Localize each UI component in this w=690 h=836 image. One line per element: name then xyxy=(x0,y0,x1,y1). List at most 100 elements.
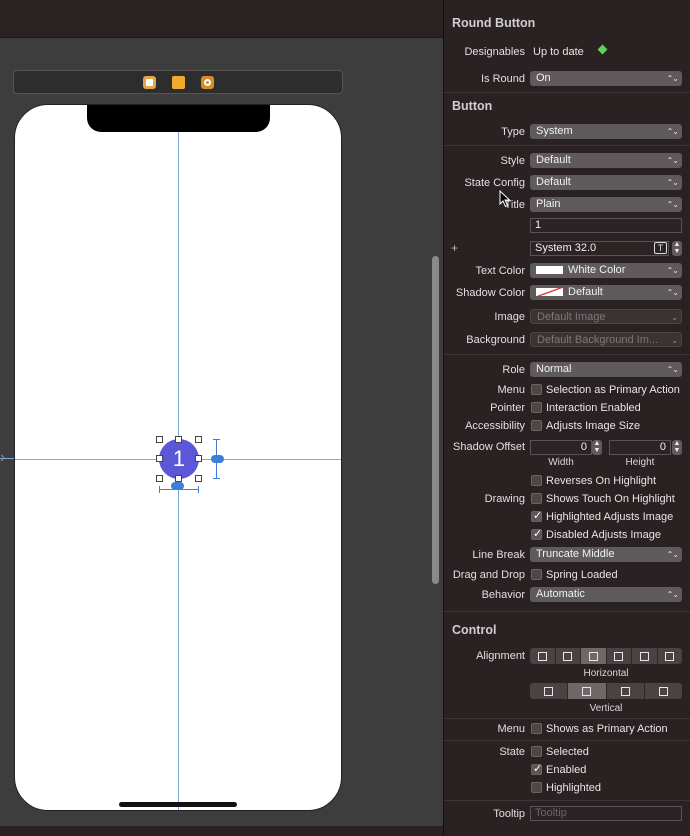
role-label: Role xyxy=(502,364,525,376)
reverses-on-highlight-checkbox[interactable] xyxy=(531,475,542,486)
resize-handle[interactable] xyxy=(195,475,202,482)
behavior-label: Behavior xyxy=(481,589,525,601)
image-placeholder: Default Image xyxy=(537,311,606,323)
disabled-adjusts-image-checkbox[interactable] xyxy=(531,527,542,540)
attributes-inspector: Round Button Designables Up to date Is R… xyxy=(443,0,690,836)
shows-primary-action-checkbox[interactable] xyxy=(531,723,542,734)
exit-icon[interactable] xyxy=(201,76,214,89)
adjusts-image-size-checkbox[interactable] xyxy=(531,420,542,431)
align-center-icon[interactable] xyxy=(581,648,607,664)
device-notch xyxy=(87,105,270,132)
shows-touch-checkbox[interactable] xyxy=(531,493,542,504)
control-menu-label: Menu xyxy=(497,723,525,735)
canvas-vertical-scrollbar[interactable] xyxy=(432,256,439,584)
chevron-down-icon: ⌄ xyxy=(671,336,678,345)
font-field[interactable]: System 32.0 xyxy=(530,241,669,256)
state-config-popup[interactable]: Default ⌃⌄ xyxy=(530,175,682,190)
shadow-color-popup[interactable]: Default ⌃⌄ xyxy=(530,285,682,300)
title-popup[interactable]: Plain ⌃⌄ xyxy=(530,197,682,212)
highlighted-adjusts-image-checkbox[interactable] xyxy=(531,509,542,522)
align-fill-icon[interactable] xyxy=(658,648,683,664)
selected-checkbox[interactable] xyxy=(531,746,542,757)
state-config-value: Default xyxy=(536,176,571,188)
height-caption: Height xyxy=(625,457,655,468)
divider xyxy=(444,718,690,719)
view-controller-icon[interactable] xyxy=(143,76,156,89)
device-scene-view[interactable]: 1 xyxy=(14,104,342,811)
text-color-label: Text Color xyxy=(475,265,525,277)
section-title-control: Control xyxy=(452,623,497,637)
enabled-checkbox[interactable] xyxy=(531,762,542,775)
line-break-value: Truncate Middle xyxy=(536,548,615,560)
text-color-popup[interactable]: White Color ⌃⌄ xyxy=(530,263,682,278)
image-combo[interactable]: Default Image ⌄ xyxy=(530,309,682,324)
shadow-height-field[interactable]: 0 xyxy=(609,440,671,455)
style-label: Style xyxy=(500,155,525,167)
canvas-top-toolbar xyxy=(0,0,443,38)
background-combo[interactable]: Default Background Im... ⌄ xyxy=(530,332,682,347)
width-caption: Width xyxy=(548,457,574,468)
role-popup[interactable]: Normal ⌃⌄ xyxy=(530,362,682,377)
resize-handle[interactable] xyxy=(175,475,182,482)
width-constraint-badge[interactable] xyxy=(171,482,184,490)
title-text-field[interactable]: 1 xyxy=(530,218,682,233)
chevron-updown-icon: ⌃⌄ xyxy=(666,200,679,209)
font-size-stepper[interactable]: ▲ ▼ xyxy=(672,241,682,256)
chevron-down-icon: ⌄ xyxy=(671,313,678,322)
height-constraint-badge[interactable] xyxy=(211,455,224,463)
entry-point-arrow-icon[interactable]: › xyxy=(0,449,10,467)
spring-loaded-checkbox[interactable] xyxy=(531,569,542,580)
align-leading-icon[interactable] xyxy=(556,648,581,664)
vertical-alignment-control[interactable] xyxy=(530,683,682,699)
scene-dock[interactable] xyxy=(13,70,343,94)
type-popup[interactable]: System ⌃⌄ xyxy=(530,124,682,139)
horizontal-alignment-control[interactable] xyxy=(530,648,682,664)
style-popup[interactable]: Default ⌃⌄ xyxy=(530,153,682,168)
round-button[interactable]: 1 xyxy=(159,439,199,479)
tooltip-field[interactable]: Tooltip xyxy=(530,806,682,821)
shadow-width-stepper[interactable]: ▲ ▼ xyxy=(592,440,602,455)
background-placeholder: Default Background Im... xyxy=(537,334,659,346)
title-value: Plain xyxy=(536,198,561,210)
chevron-updown-icon: ⌃⌄ xyxy=(666,178,679,187)
divider xyxy=(444,145,690,146)
align-top-icon[interactable] xyxy=(530,683,569,699)
highlighted-checkbox[interactable] xyxy=(531,782,542,793)
align-left-icon[interactable] xyxy=(530,648,556,664)
alignment-label: Alignment xyxy=(476,650,525,662)
shadow-width-field[interactable]: 0 xyxy=(530,440,592,455)
image-label: Image xyxy=(494,311,525,323)
resize-handle[interactable] xyxy=(156,455,163,462)
text-color-value: White Color xyxy=(568,264,626,276)
selection-primary-action-checkbox[interactable] xyxy=(531,384,542,395)
resize-handle[interactable] xyxy=(195,455,202,462)
chevron-updown-icon: ⌃⌄ xyxy=(666,127,679,136)
drag-drop-label: Drag and Drop xyxy=(452,569,525,581)
type-label: Type xyxy=(501,126,525,138)
color-swatch xyxy=(536,288,563,296)
resize-handle[interactable] xyxy=(156,475,163,482)
resize-handle[interactable] xyxy=(195,436,202,443)
add-variation-icon[interactable]: + xyxy=(451,241,458,255)
resize-handle[interactable] xyxy=(156,436,163,443)
shadow-height-stepper[interactable]: ▲ ▼ xyxy=(672,440,682,455)
style-value: Default xyxy=(536,154,571,166)
drawing-label: Drawing xyxy=(484,493,525,505)
interface-builder-canvas[interactable]: › 1 xyxy=(0,0,443,836)
behavior-popup[interactable]: Automatic ⌃⌄ xyxy=(530,587,682,602)
align-middle-icon[interactable] xyxy=(568,683,607,699)
is-round-label: Is Round xyxy=(480,73,525,85)
title-label: Title xyxy=(504,199,525,211)
resize-handle[interactable] xyxy=(175,436,182,443)
font-picker-icon[interactable]: T xyxy=(654,242,667,254)
line-break-popup[interactable]: Truncate Middle ⌃⌄ xyxy=(530,547,682,562)
align-vfill-icon[interactable] xyxy=(645,683,682,699)
align-bottom-icon[interactable] xyxy=(607,683,645,699)
designable-status-icon xyxy=(597,44,608,55)
chevron-updown-icon: ⌃⌄ xyxy=(666,156,679,165)
is-round-popup[interactable]: On ⌃⌄ xyxy=(530,71,682,86)
first-responder-icon[interactable] xyxy=(172,76,185,89)
align-right-icon[interactable] xyxy=(607,648,632,664)
align-trailing-icon[interactable] xyxy=(632,648,658,664)
interaction-enabled-checkbox[interactable] xyxy=(531,402,542,413)
